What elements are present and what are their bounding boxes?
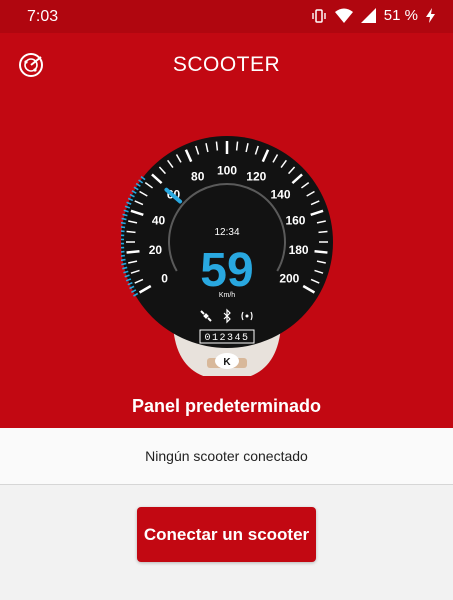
major-tick [126,249,140,254]
scale-label: 120 [246,170,266,184]
scale-label: 100 [217,164,237,178]
scale-label: 0 [161,272,168,286]
cell-signal-icon [360,8,376,23]
status-bar: 7:03 51 % [0,0,453,33]
minor-tick [318,230,328,234]
speed-bar [119,254,126,258]
svg-text:K: K [223,357,231,368]
odometer: 012345 [204,333,249,344]
speed-bar [120,258,126,262]
speed-bar [120,221,126,225]
scale-label: 180 [289,243,309,257]
scale-label: 140 [270,187,290,201]
wifi-icon [334,8,353,23]
speed-bar [121,262,127,266]
scale-label: 160 [285,213,305,227]
minor-tick [126,230,136,234]
minor-tick [235,141,239,151]
charging-icon [426,8,435,23]
speed-bar [119,230,125,233]
speed-bar [121,217,127,221]
speed-unit: Km/h [219,292,235,299]
scale-label: 20 [149,243,163,257]
connection-status-band: Ningún scooter conectado [0,428,453,485]
minor-tick [215,141,219,151]
scale-label: 40 [152,213,166,227]
speed-bar [119,225,126,229]
page-title: SCOOTER [172,53,281,76]
dashboard-hero: SCOOTER 020406080100120140160180200 12:3… [0,33,453,428]
major-tick [314,249,328,254]
vibrate-icon [312,8,326,23]
status-time: 7:03 [27,8,59,25]
connection-status-text: Ningún scooter conectado [145,448,308,464]
brand-logo: K [215,353,239,369]
dash-clock: 12:34 [214,227,239,238]
connect-scooter-button[interactable]: Conectar un scooter [137,507,316,562]
speed-value: 59 [200,244,253,297]
scale-label: 80 [191,170,205,184]
battery-percent: 51 % [383,7,418,24]
speedometer: 020406080100120140160180200 12:34 59 Km/… [119,136,333,380]
scale-label: 200 [279,272,299,286]
panel-label: Panel predeterminado [131,396,322,416]
status-icons: 51 % [311,7,435,24]
